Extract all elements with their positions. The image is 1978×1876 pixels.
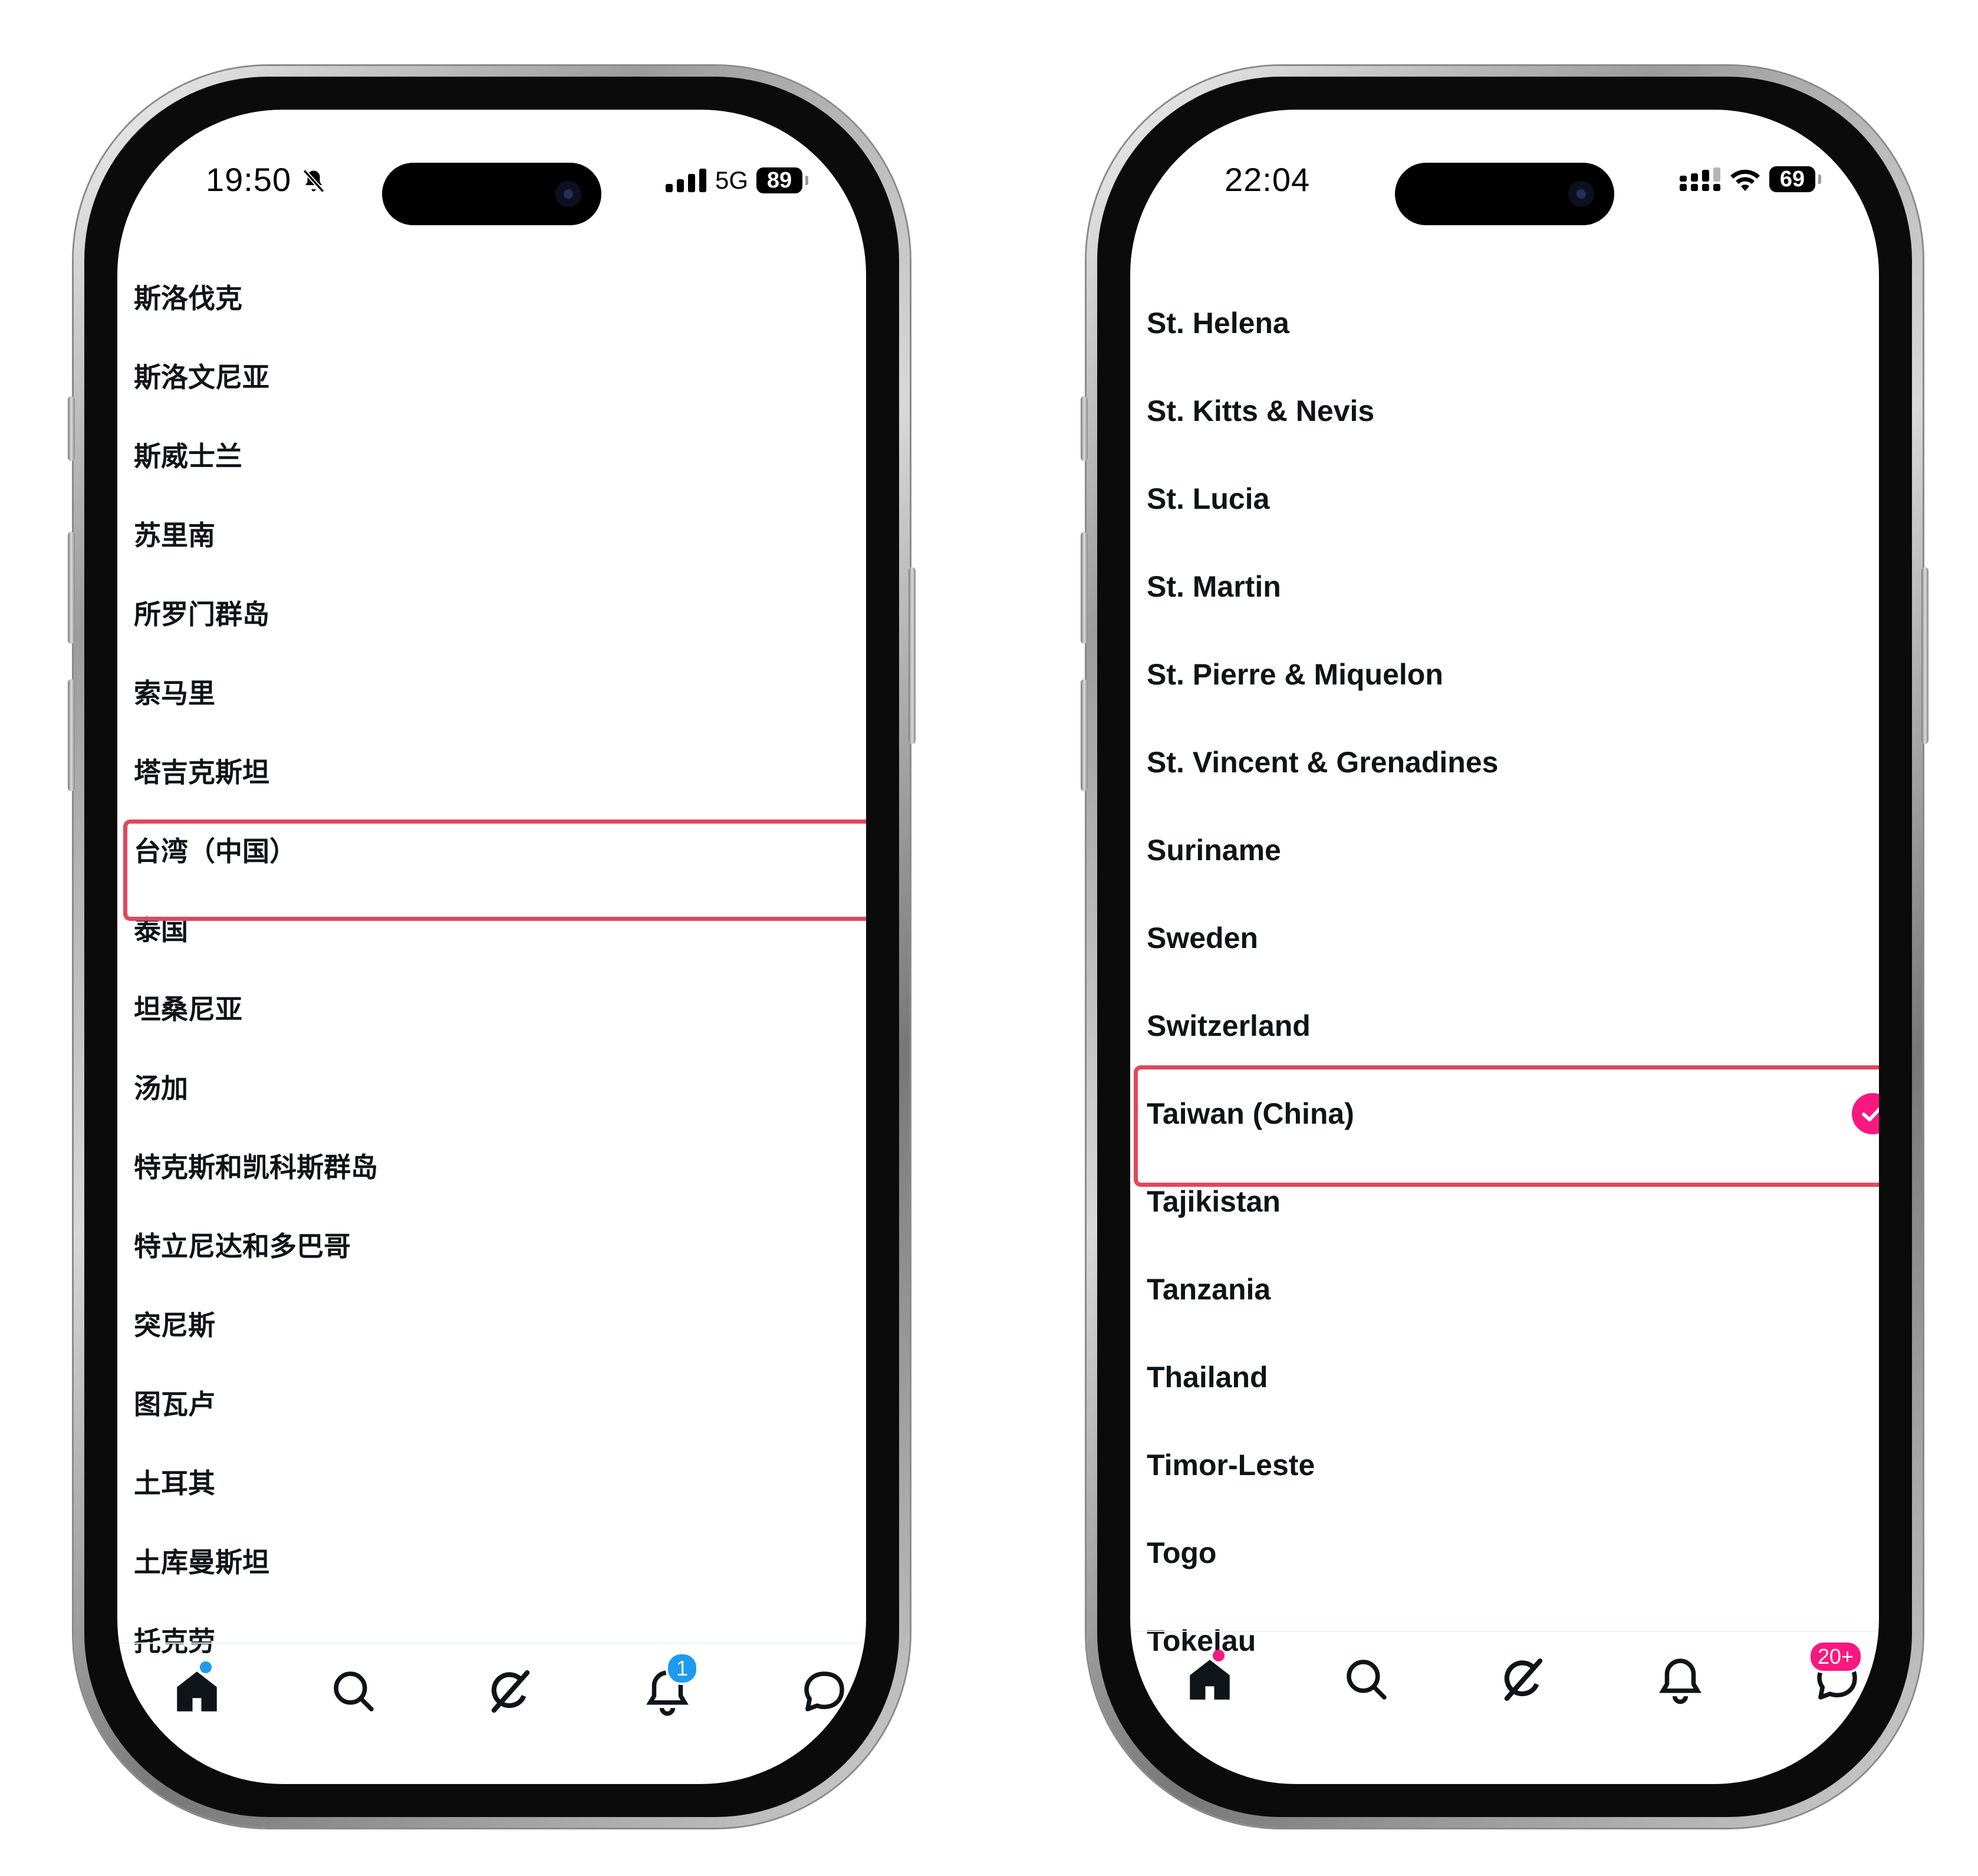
status-time: 19:50 [206, 160, 326, 199]
country-item[interactable]: St. Kitts & Nevis [1147, 392, 1873, 430]
country-item[interactable]: 塔吉克斯坦 [134, 755, 860, 790]
country-item[interactable]: St. Lucia [1147, 480, 1873, 518]
bell-muted-icon [302, 169, 325, 193]
country-item[interactable]: 突尼斯 [134, 1308, 860, 1343]
home-icon [177, 1671, 217, 1712]
phone-right: 22:04 69 St. Helena St. Kitts & Nevis St… [1081, 66, 1928, 1828]
country-item[interactable]: Tajikistan [1147, 1183, 1873, 1220]
search-icon [334, 1671, 374, 1712]
country-item[interactable]: 土耳其 [134, 1466, 860, 1501]
volume-down-button [1081, 679, 1088, 791]
chat-bubble-icon [804, 1671, 844, 1712]
tab-notifications[interactable] [1654, 1653, 1707, 1706]
country-item[interactable]: Tanzania [1147, 1271, 1873, 1308]
country-item[interactable]: St. Vincent & Grenadines [1147, 743, 1873, 781]
grok-icon [491, 1670, 530, 1713]
action-button [1081, 396, 1088, 461]
country-item[interactable]: Thailand [1147, 1358, 1873, 1396]
tab-messages[interactable] [798, 1665, 851, 1718]
cellular-signal-icon [1680, 167, 1720, 191]
home-unread-dot [1213, 1650, 1225, 1661]
country-item[interactable]: 索马里 [134, 676, 860, 711]
battery-indicator: 89 [756, 167, 808, 193]
bezel: 19:50 5G 89 斯洛伐克 斯洛文尼亚 斯威士兰 苏里南 所罗门群岛 索马… [84, 77, 899, 1817]
country-item[interactable]: 坦桑尼亚 [134, 992, 860, 1027]
battery-indicator: 69 [1769, 166, 1821, 192]
status-indicators: 69 [1680, 166, 1821, 192]
country-item[interactable]: 斯威士兰 [134, 439, 860, 474]
country-item[interactable]: Timor-Leste [1147, 1446, 1873, 1484]
dynamic-island [382, 163, 601, 225]
tab-search[interactable] [1340, 1653, 1393, 1706]
screen: 22:04 69 St. Helena St. Kitts & Nevis St… [1130, 110, 1879, 1784]
bell-icon [1659, 1658, 1701, 1704]
search-icon [1347, 1660, 1387, 1700]
country-item[interactable]: 图瓦卢 [134, 1387, 860, 1422]
grok-icon [1504, 1658, 1543, 1701]
tab-bar: 20+ [1130, 1631, 1879, 1784]
country-item[interactable]: Togo [1147, 1534, 1873, 1572]
country-item[interactable]: 苏里南 [134, 518, 860, 553]
status-time: 22:04 [1225, 160, 1310, 199]
country-item[interactable]: Switzerland [1147, 1007, 1873, 1045]
tab-grok[interactable] [1497, 1653, 1550, 1706]
country-item[interactable]: St. Helena [1147, 304, 1873, 342]
tab-grok[interactable] [484, 1665, 537, 1718]
country-item[interactable]: Suriname [1147, 831, 1873, 869]
screen: 19:50 5G 89 斯洛伐克 斯洛文尼亚 斯威士兰 苏里南 所罗门群岛 索马… [117, 110, 866, 1784]
country-item[interactable]: Sweden [1147, 919, 1873, 957]
status-indicators: 5G 89 [665, 166, 808, 195]
volume-up-button [68, 532, 75, 644]
country-item[interactable]: 特克斯和凯科斯群岛 [134, 1150, 860, 1185]
country-item[interactable]: 土库曼斯坦 [134, 1545, 860, 1580]
messages-badge: 20+ [1808, 1640, 1864, 1673]
camera-icon [1568, 181, 1594, 207]
time-text: 19:50 [206, 161, 292, 198]
notification-badge: 1 [666, 1652, 699, 1685]
country-item[interactable]: St. Martin [1147, 568, 1873, 605]
tab-home[interactable] [170, 1665, 223, 1718]
action-button [68, 396, 75, 461]
highlight-box [123, 819, 866, 921]
tab-bar: 1 [117, 1643, 866, 1784]
network-type: 5G [715, 166, 748, 194]
cellular-signal-icon [665, 169, 706, 192]
tab-home[interactable] [1183, 1653, 1236, 1706]
tab-search[interactable] [327, 1665, 380, 1718]
power-button [1921, 567, 1928, 744]
country-item[interactable]: 汤加 [134, 1071, 860, 1106]
camera-icon [555, 181, 581, 207]
wifi-icon [1730, 169, 1760, 191]
home-icon [1190, 1660, 1230, 1700]
country-item[interactable]: 所罗门群岛 [134, 597, 860, 632]
home-unread-dot [200, 1661, 212, 1673]
country-item[interactable]: St. Pierre & Miquelon [1147, 656, 1873, 693]
volume-up-button [1081, 532, 1088, 644]
time-text: 22:04 [1225, 161, 1311, 198]
volume-down-button [68, 679, 75, 791]
bezel: 22:04 69 St. Helena St. Kitts & Nevis St… [1097, 77, 1912, 1817]
country-item[interactable]: 斯洛文尼亚 [134, 360, 860, 395]
country-item[interactable]: 特立尼达和多巴哥 [134, 1229, 860, 1264]
dynamic-island [1395, 163, 1614, 225]
phone-left: 19:50 5G 89 斯洛伐克 斯洛文尼亚 斯威士兰 苏里南 所罗门群岛 索马… [68, 66, 916, 1828]
country-item[interactable]: 斯洛伐克 [134, 281, 860, 316]
power-button [909, 567, 916, 744]
highlight-box [1134, 1065, 1879, 1187]
